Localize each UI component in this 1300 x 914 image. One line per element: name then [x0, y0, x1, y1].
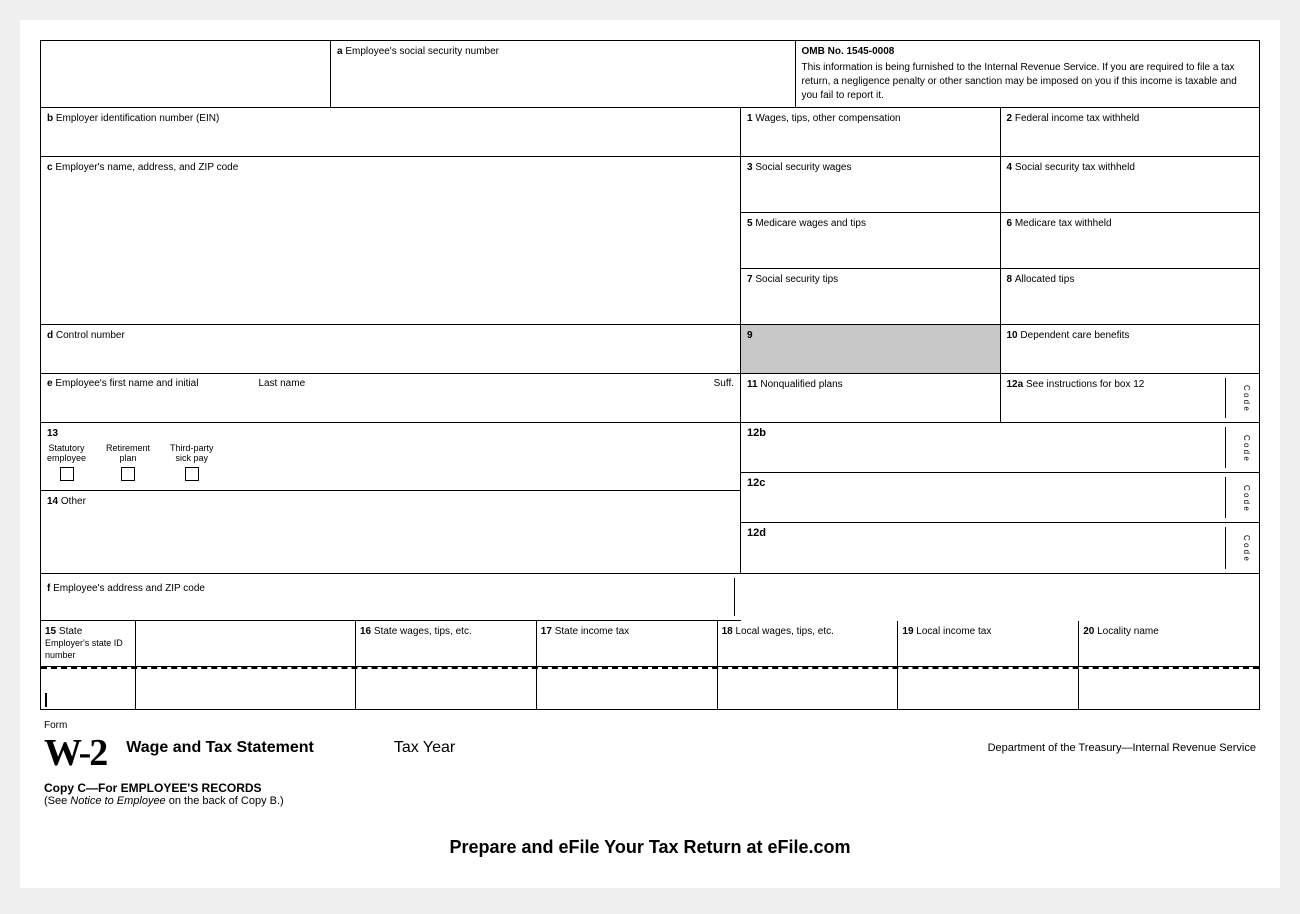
box6-medicare-tax: 6 Medicare tax withheld: [1001, 213, 1260, 268]
box12bcd-area: 12b C o d e 12c C o d e 12d C o d e: [741, 423, 1259, 573]
irs-department: Department of the Treasury—Internal Reve…: [988, 742, 1256, 754]
box5-medicare-wages: 5 Medicare wages and tips: [741, 213, 1001, 268]
box13-retire-checkbox[interactable]: [121, 467, 135, 481]
box16-state-wages: 16 State wages, tips, etc.: [356, 621, 537, 666]
copy-note-italic: Notice to Employee: [70, 795, 165, 807]
right-boxes-3-8: 3 Social security wages 4 Social securit…: [741, 157, 1259, 324]
employer-label: c Employer's name, address, and ZIP code: [47, 162, 238, 173]
box11-nonqual: 11 Nonqualified plans: [741, 374, 1001, 422]
box14-other: 14 Other: [41, 491, 740, 571]
row-state-data: [41, 669, 1259, 709]
ssn-label: a Employee's social security number: [337, 46, 499, 57]
box13-stat-checkbox[interactable]: [60, 467, 74, 481]
box20-locality: 20 Locality name: [1079, 621, 1259, 666]
tax-year: Tax Year: [394, 739, 455, 757]
copy-label: Copy C—For EMPLOYEE'S RECORDS: [44, 781, 1256, 795]
row-control: d Control number 9 10 Dependent care ben…: [41, 325, 1259, 374]
w2-form: a Employee's social security number OMB …: [40, 40, 1260, 710]
box12a-code: C o d e: [1225, 378, 1253, 418]
middle-section: c Employer's name, address, and ZIP code…: [41, 157, 1259, 325]
cta-text: Prepare and eFile Your Tax Return at eFi…: [449, 837, 850, 857]
box9-field: 9: [741, 325, 1001, 373]
omb-number: OMB No. 1545-0008: [802, 45, 1254, 59]
box13-third: Third-party sick pay: [170, 443, 214, 481]
box13-third-checkbox[interactable]: [185, 467, 199, 481]
box2-federal: 2 Federal income tax withheld: [1001, 108, 1260, 156]
row-emp-name: e Employee's first name and initial Last…: [41, 374, 1259, 423]
copy-note-prefix: (See: [44, 795, 70, 807]
emp-address-field: f Employee's address and ZIP code: [41, 574, 741, 621]
copy-note: (See Notice to Employee on the back of C…: [44, 795, 1256, 807]
box12b-code: C o d e: [1225, 427, 1253, 468]
box3-ss-wages: 3 Social security wages: [741, 157, 1001, 212]
box2-label: 2 Federal income tax withheld: [1007, 113, 1140, 124]
box19-local-income: 19 Local income tax: [898, 621, 1079, 666]
box1-label: 1 Wages, tips, other compensation: [747, 113, 901, 124]
page: a Employee's social security number OMB …: [20, 20, 1280, 888]
control-field: d Control number: [41, 325, 741, 373]
footer-copy: Copy C—For EMPLOYEE'S RECORDS (See Notic…: [40, 781, 1260, 807]
row-medicare: 5 Medicare wages and tips 6 Medicare tax…: [741, 213, 1259, 269]
box8-allocated-tips: 8 Allocated tips: [1001, 269, 1260, 324]
row-tips: 7 Social security tips 8 Allocated tips: [741, 269, 1259, 324]
box10-dep-care: 10 Dependent care benefits: [1001, 325, 1260, 373]
box15-state-data: [41, 669, 136, 709]
box12c-label: 12c: [747, 477, 1225, 518]
copy-note-suffix: on the back of Copy B.): [166, 795, 284, 807]
box12a-label: 12a See instructions for box 12: [1007, 378, 1226, 418]
box12c-code: C o d e: [1225, 477, 1253, 518]
box4-ss-tax: 4 Social security tax withheld: [1001, 157, 1260, 212]
form-w2-title: W-2: [44, 731, 106, 775]
box1-wages: 1 Wages, tips, other compensation: [741, 108, 1001, 156]
row-ss-wages: 3 Social security wages 4 Social securit…: [741, 157, 1259, 213]
box13-stat: Statutory employee: [47, 443, 86, 481]
box12d: 12d C o d e: [741, 523, 1259, 573]
ssn-field: a Employee's social security number: [331, 41, 796, 107]
box19-data: [898, 669, 1079, 709]
box13-retire: Retirement plan: [106, 443, 150, 481]
box15-state: 15 State Employer's state ID number: [41, 621, 136, 666]
box16-data: [356, 669, 537, 709]
row-ein: b Employer identification number (EIN) 1…: [41, 108, 1259, 157]
employer-name-field: c Employer's name, address, and ZIP code: [41, 157, 741, 324]
row-state-header: 15 State Employer's state ID number 16 S…: [41, 621, 1259, 667]
box20-data: [1079, 669, 1259, 709]
form-subtitle: Wage and Tax Statement: [126, 739, 314, 757]
box12b: 12b C o d e: [741, 423, 1259, 473]
box12b-label: 12b: [747, 427, 1225, 468]
box17-state-income: 17 State income tax: [537, 621, 718, 666]
emp-name-field: e Employee's first name and initial Last…: [41, 374, 741, 422]
row-ssn: a Employee's social security number OMB …: [41, 41, 1259, 108]
ein-field: b Employer identification number (EIN): [41, 108, 741, 156]
footer: Form W-2 Wage and Tax Statement Tax Year…: [40, 720, 1260, 775]
box13-area: 13 Statutory employee Retirement plan Th…: [41, 423, 740, 491]
form-small-label: Form: [44, 720, 67, 731]
box12d-label: 12d: [747, 527, 1225, 569]
emp-area: 13 Statutory employee Retirement plan Th…: [41, 423, 741, 573]
box12a: 12a See instructions for box 12 C o d e: [1001, 374, 1260, 422]
box15-id-data: [136, 669, 356, 709]
box18-local-wages: 18 Local wages, tips, etc.: [718, 621, 899, 666]
row-large-area: 13 Statutory employee Retirement plan Th…: [41, 423, 1259, 574]
box17-data: [537, 669, 718, 709]
form-w2-branding: Form W-2: [44, 720, 106, 775]
ein-label: b Employer identification number (EIN): [47, 113, 219, 124]
ssn-left-blank: [41, 41, 331, 107]
cta-section: Prepare and eFile Your Tax Return at eFi…: [40, 837, 1260, 858]
box15-id: [136, 621, 356, 666]
box18-data: [718, 669, 899, 709]
omb-notice: OMB No. 1545-0008 This information is be…: [796, 41, 1260, 107]
box12d-code: C o d e: [1225, 527, 1253, 569]
emp-addr-left: f Employee's address and ZIP code: [47, 578, 735, 616]
box13-checkboxes: Statutory employee Retirement plan Third…: [47, 443, 734, 481]
box7-ss-tips: 7 Social security tips: [741, 269, 1001, 324]
irs-notice-text: This information is being furnished to t…: [802, 62, 1237, 101]
box12c: 12c C o d e: [741, 473, 1259, 523]
